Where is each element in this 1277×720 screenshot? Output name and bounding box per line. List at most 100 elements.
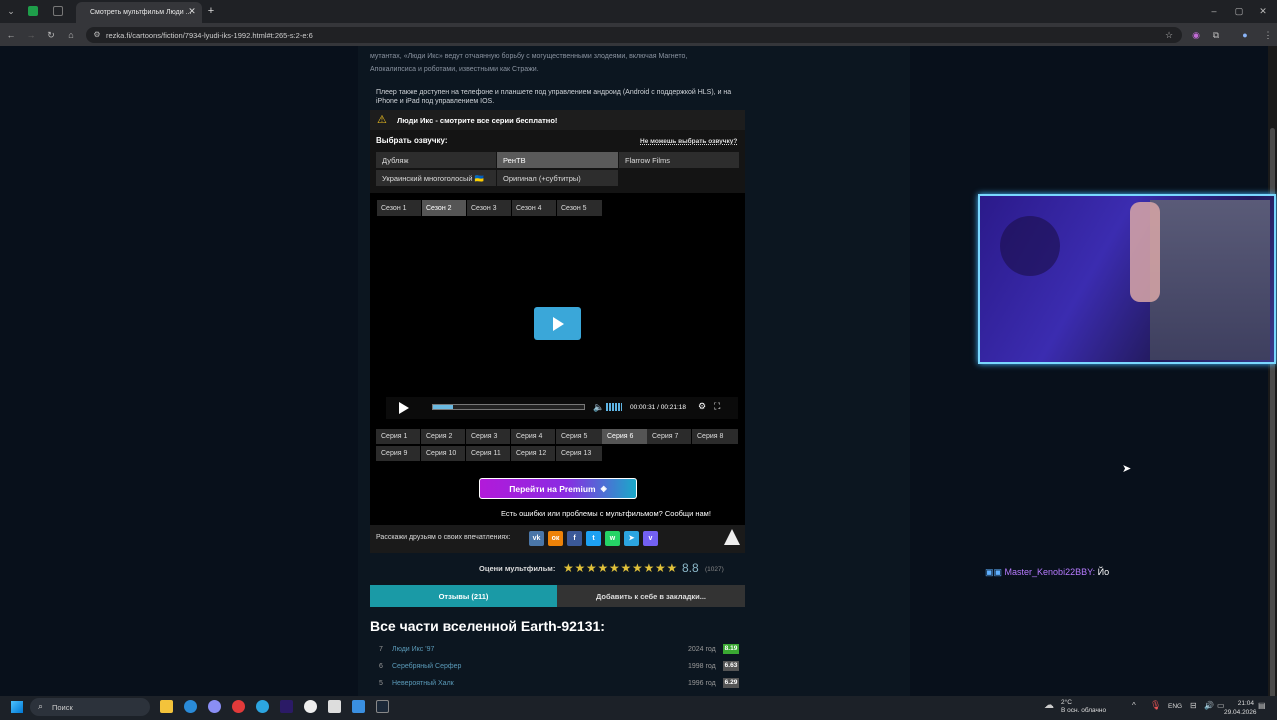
language-indicator[interactable]: ENG <box>1168 703 1182 710</box>
speaker-icon[interactable]: 🔊 <box>1204 701 1214 710</box>
rating-star-icon[interactable]: ★ <box>644 561 655 575</box>
progress-track[interactable] <box>432 404 585 410</box>
season-tab-5[interactable]: Сезон 5 <box>557 200 602 216</box>
scroll-to-top-icon[interactable] <box>724 529 740 545</box>
extensions-puzzle-icon[interactable]: ⧉ <box>1210 29 1222 41</box>
report-link[interactable]: Есть ошибки или проблемы с мультфильмом?… <box>501 509 711 518</box>
rating-star-icon[interactable]: ★ <box>609 561 620 575</box>
steam-icon[interactable] <box>376 700 389 713</box>
twitter-share-icon[interactable]: t <box>586 531 601 546</box>
profile-icon[interactable]: ● <box>1239 29 1251 41</box>
rating-star-icon[interactable]: ★ <box>667 561 678 575</box>
play-icon[interactable] <box>399 402 409 414</box>
tray-chevron-icon[interactable]: ^ <box>1132 701 1136 710</box>
settings-gear-icon[interactable]: ⚙ <box>698 401 706 412</box>
volume-icon[interactable]: 🔈 <box>593 402 604 413</box>
volume-slider[interactable] <box>606 403 622 411</box>
row-title-link[interactable]: Невероятный Халк <box>392 680 454 687</box>
episode-3[interactable]: Серия 3 <box>466 429 510 444</box>
rating-star-icon[interactable]: ★ <box>655 561 666 575</box>
close-window-icon[interactable]: ✕ <box>1257 5 1269 17</box>
universe-row[interactable]: 6 Серебряный Серфер 1998 год 6.63 <box>370 659 745 675</box>
telegram-share-icon[interactable]: ➤ <box>624 531 639 546</box>
premium-button[interactable]: Перейти на Premium ◈ <box>479 478 637 499</box>
reload-icon[interactable]: ↻ <box>45 29 57 41</box>
episode-6[interactable]: Серия 6 <box>602 429 647 444</box>
network-icon[interactable]: ⊟ <box>1190 701 1197 710</box>
close-tab-icon[interactable]: ✕ <box>186 5 198 17</box>
season-tab-1[interactable]: Сезон 1 <box>377 200 421 216</box>
start-windows-icon[interactable] <box>11 701 23 713</box>
site-info-icon[interactable]: ⚙ <box>91 29 103 41</box>
row-title-link[interactable]: Люди Икс '97 <box>392 646 434 653</box>
episode-1[interactable]: Серия 1 <box>376 429 420 444</box>
row-title-link[interactable]: Серебряный Серфер <box>392 663 461 670</box>
voice-help-link[interactable]: Не можешь выбрать озвучку? <box>640 138 737 145</box>
voice-option-flarrow[interactable]: Flarrow Films <box>619 152 739 168</box>
rating-star-icon[interactable]: ★ <box>563 561 574 575</box>
episode-4[interactable]: Серия 4 <box>511 429 555 444</box>
episode-11[interactable]: Серия 11 <box>466 446 510 461</box>
universe-row[interactable]: 7 Люди Икс '97 2024 год 8.19 <box>370 642 745 658</box>
app-icon-4[interactable] <box>352 700 365 713</box>
vk-share-icon[interactable]: vk <box>529 531 544 546</box>
sheets-tab-icon[interactable] <box>28 6 38 16</box>
episode-7[interactable]: Серия 7 <box>647 429 691 444</box>
clock[interactable]: 21:04 29.04.2026 <box>1224 699 1257 717</box>
season-tab-3[interactable]: Сезон 3 <box>467 200 511 216</box>
voice-option-dub[interactable]: Дубляж <box>376 152 496 168</box>
home-icon[interactable]: ⌂ <box>65 29 77 41</box>
microphone-icon[interactable]: 🎙 <box>1150 700 1161 711</box>
telegram-icon[interactable] <box>256 700 269 713</box>
file-explorer-icon[interactable] <box>160 700 173 713</box>
episode-5[interactable]: Серия 5 <box>556 429 602 444</box>
extension-icon[interactable]: ◉ <box>1190 29 1202 41</box>
facebook-share-icon[interactable]: f <box>567 531 582 546</box>
episode-12[interactable]: Серия 12 <box>511 446 555 461</box>
ok-share-icon[interactable]: ок <box>548 531 563 546</box>
notifications-icon[interactable]: ▤ <box>1258 701 1266 710</box>
bookmark-tab[interactable]: Добавить к себе в закладки... <box>557 585 745 607</box>
tab-search-icon[interactable]: ⌄ <box>5 5 17 17</box>
viber-share-icon[interactable]: v <box>643 531 658 546</box>
app-icon-3[interactable] <box>328 700 341 713</box>
rating-star-icon[interactable]: ★ <box>575 561 586 575</box>
weather-widget[interactable]: 2°C В осн. облачно <box>1061 699 1106 715</box>
voice-option-original[interactable]: Оригинал (+субтитры) <box>497 170 618 186</box>
maximize-icon[interactable]: ▢ <box>1233 5 1245 17</box>
rating-star-icon[interactable]: ★ <box>586 561 597 575</box>
tab-group-icon[interactable] <box>53 6 63 16</box>
forward-icon[interactable]: → <box>25 29 37 41</box>
app-icon-1[interactable] <box>208 700 221 713</box>
chrome-icon[interactable] <box>184 700 197 713</box>
episode-10[interactable]: Серия 10 <box>421 446 465 461</box>
new-tab-icon[interactable]: + <box>205 5 217 17</box>
address-bar[interactable]: rezka.fi/cartoons/fiction/7934-lyudi-iks… <box>86 27 1182 43</box>
bookmark-star-icon[interactable]: ☆ <box>1163 29 1175 41</box>
video-player[interactable] <box>370 193 745 525</box>
taskbar-search[interactable]: Поиск <box>30 698 150 716</box>
voice-option-ukrainian[interactable]: Украинский многоголосый 🇺🇦 <box>376 170 496 186</box>
episode-2[interactable]: Серия 2 <box>421 429 465 444</box>
minimize-icon[interactable]: – <box>1208 5 1220 17</box>
episode-13[interactable]: Серия 13 <box>556 446 602 461</box>
rating-star-icon[interactable]: ★ <box>632 561 643 575</box>
big-play-button[interactable] <box>534 307 581 340</box>
voice-option-rentv[interactable]: РенТВ <box>497 152 618 168</box>
app-icon-2[interactable] <box>232 700 245 713</box>
universe-row[interactable]: 5 Невероятный Халк 1996 год 6.29 <box>370 676 745 692</box>
episode-8[interactable]: Серия 8 <box>692 429 738 444</box>
menu-icon[interactable]: ⋮ <box>1262 29 1274 41</box>
obs-icon[interactable] <box>304 700 317 713</box>
reviews-tab[interactable]: Отзывы (211) <box>370 585 557 607</box>
fullscreen-icon[interactable]: ⛶ <box>714 401 720 412</box>
season-tab-4[interactable]: Сезон 4 <box>512 200 556 216</box>
premiere-icon[interactable] <box>280 700 293 713</box>
rating-star-icon[interactable]: ★ <box>598 561 609 575</box>
rating-star-icon[interactable]: ★ <box>621 561 632 575</box>
back-icon[interactable]: ← <box>5 29 17 41</box>
active-tab[interactable]: Смотреть мультфильм Люди ... <box>76 2 202 23</box>
episode-9[interactable]: Серия 9 <box>376 446 420 461</box>
season-tab-2[interactable]: Сезон 2 <box>422 200 466 216</box>
whatsapp-share-icon[interactable]: w <box>605 531 620 546</box>
